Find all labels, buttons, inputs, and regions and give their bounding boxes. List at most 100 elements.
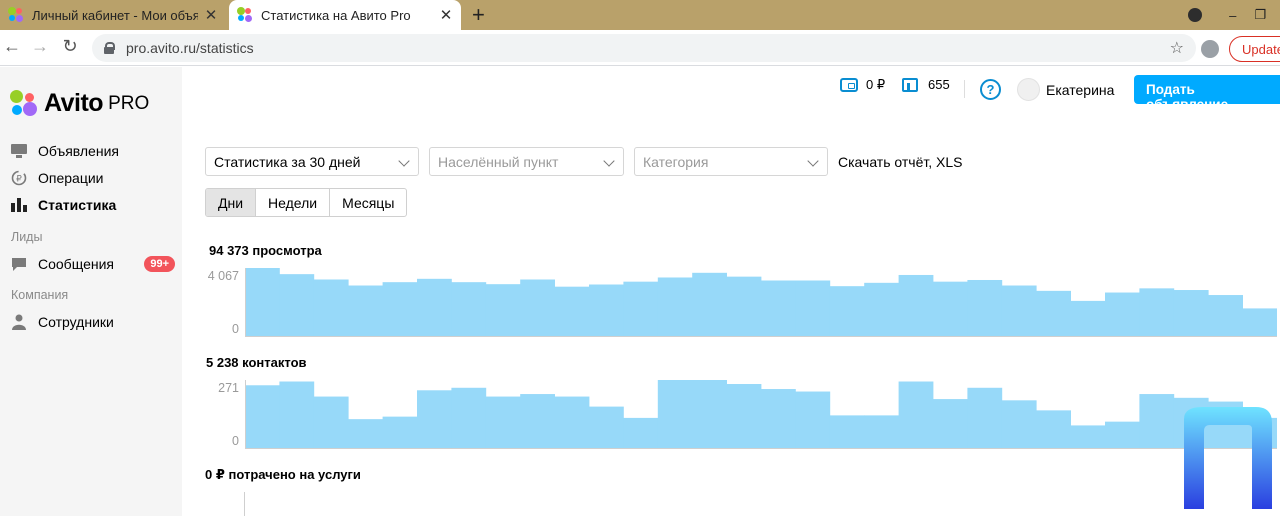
- location-select[interactable]: Населённый пункт: [429, 147, 624, 176]
- contacts-bar-8[interactable]: [485, 396, 521, 448]
- bookmark-star-icon[interactable]: ☆: [1170, 38, 1184, 58]
- contacts-bar-4[interactable]: [348, 419, 383, 448]
- post-ad-button[interactable]: Подать объявление: [1134, 75, 1280, 112]
- balance-indicator[interactable]: 0 ₽: [840, 77, 885, 93]
- contacts-bar-27[interactable]: [1139, 394, 1175, 448]
- views-bar-16[interactable]: [761, 280, 796, 336]
- contacts-bar-22[interactable]: [967, 387, 1003, 448]
- contacts-bar-7[interactable]: [451, 387, 487, 448]
- contacts-bar-19[interactable]: [864, 415, 899, 448]
- views-bar-8[interactable]: [485, 284, 521, 336]
- contacts-bar-6[interactable]: [417, 390, 452, 448]
- views-bar-6[interactable]: [417, 278, 452, 336]
- restore-button[interactable]: ❐: [1254, 7, 1266, 23]
- sidebar-item-ads[interactable]: Объявления: [10, 143, 175, 159]
- views-bar-13[interactable]: [657, 277, 693, 336]
- contacts-bar-16[interactable]: [761, 389, 796, 448]
- views-bar-26[interactable]: [1105, 292, 1140, 336]
- views-bar-15[interactable]: [726, 276, 762, 336]
- reload-icon[interactable]: ↻: [58, 36, 82, 57]
- address-bar[interactable]: pro.avito.ru/statistics ☆: [92, 34, 1196, 62]
- views-bar-17[interactable]: [795, 280, 831, 336]
- contacts-bar-24[interactable]: [1036, 410, 1071, 448]
- download-report-link[interactable]: Скачать отчёт, XLS: [838, 154, 962, 170]
- views-bar-22[interactable]: [967, 279, 1003, 336]
- svg-text:₽: ₽: [16, 175, 22, 185]
- new-tab-button[interactable]: +: [472, 4, 485, 26]
- sidebar-item-messages[interactable]: Сообщения 99+: [10, 256, 175, 272]
- minimize-button[interactable]: –: [1229, 8, 1236, 23]
- sidebar-item-staff[interactable]: Сотрудники: [10, 314, 175, 330]
- views-bar-2[interactable]: [279, 274, 315, 336]
- contacts-bar-chart: [245, 380, 1277, 449]
- views-bar-12[interactable]: [623, 281, 659, 336]
- chrome-profile-icon[interactable]: [1188, 8, 1202, 22]
- tab-personal-cabinet[interactable]: Личный кабинет - Мои объявлени ✕: [0, 0, 226, 30]
- contacts-bar-1[interactable]: [245, 385, 280, 448]
- wallet-icon: [840, 78, 858, 92]
- views-bar-28[interactable]: [1173, 290, 1209, 336]
- contacts-bar-26[interactable]: [1105, 421, 1140, 448]
- close-tab-icon[interactable]: ✕: [204, 6, 218, 24]
- views-bar-21[interactable]: [933, 281, 968, 336]
- help-icon[interactable]: ?: [980, 79, 1001, 100]
- views-bar-18[interactable]: [829, 286, 865, 336]
- update-button[interactable]: Update: [1229, 36, 1280, 62]
- views-bar-27[interactable]: [1139, 288, 1175, 336]
- contacts-bar-12[interactable]: [623, 417, 659, 448]
- period-select[interactable]: Статистика за 30 дней: [205, 147, 419, 176]
- close-tab-icon[interactable]: ✕: [439, 6, 453, 24]
- views-bar-30[interactable]: [1242, 308, 1277, 336]
- avito-pro-logo[interactable]: Avito PRO: [10, 89, 149, 118]
- contacts-bar-14[interactable]: [692, 380, 727, 448]
- sidebar-item-statistics[interactable]: Статистика: [10, 197, 175, 213]
- contacts-bar-20[interactable]: [898, 381, 934, 448]
- contacts-bar-23[interactable]: [1001, 400, 1037, 448]
- views-bar-7[interactable]: [451, 282, 487, 336]
- bonus-indicator[interactable]: 655: [902, 77, 950, 92]
- back-arrow-icon[interactable]: ←: [0, 36, 24, 57]
- views-bar-4[interactable]: [348, 285, 383, 336]
- category-select[interactable]: Категория: [634, 147, 828, 176]
- tab-statistics[interactable]: Статистика на Авито Pro ✕: [229, 0, 461, 30]
- contacts-bar-25[interactable]: [1070, 425, 1106, 448]
- contacts-bar-5[interactable]: [382, 416, 418, 448]
- granularity-months[interactable]: Месяцы: [330, 189, 406, 216]
- sidebar-item-operations[interactable]: ₽ Операции: [10, 170, 175, 186]
- granularity-days[interactable]: Дни: [206, 189, 257, 216]
- contacts-bar-10[interactable]: [554, 396, 590, 448]
- views-bar-14[interactable]: [692, 272, 727, 336]
- contacts-bar-3[interactable]: [313, 396, 349, 448]
- views-bar-5[interactable]: [382, 282, 418, 336]
- views-bar-11[interactable]: [589, 284, 624, 337]
- contacts-bar-2[interactable]: [279, 381, 315, 448]
- views-ytick-min: 0: [232, 322, 239, 336]
- tab-title: Статистика на Авито Pro: [261, 7, 411, 23]
- contacts-bar-15[interactable]: [726, 384, 762, 448]
- sidebar-item-label: Сотрудники: [38, 314, 114, 330]
- views-bar-24[interactable]: [1036, 290, 1071, 336]
- contacts-bar-18[interactable]: [829, 415, 865, 448]
- views-bar-3[interactable]: [313, 279, 349, 336]
- views-bar-19[interactable]: [864, 282, 899, 336]
- views-bar-20[interactable]: [898, 274, 934, 336]
- views-ytick-max: 4 067: [207, 269, 239, 283]
- contacts-bar-11[interactable]: [589, 406, 624, 448]
- contacts-bar-13[interactable]: [657, 380, 693, 448]
- views-bar-9[interactable]: [520, 279, 555, 336]
- chevron-down-icon: [603, 155, 615, 167]
- views-chart-title: 94 373 просмотра: [209, 243, 322, 258]
- views-bar-25[interactable]: [1070, 300, 1106, 336]
- contacts-bar-9[interactable]: [520, 394, 555, 448]
- views-bar-10[interactable]: [554, 286, 590, 336]
- avatar[interactable]: [1017, 78, 1040, 101]
- contacts-bar-17[interactable]: [795, 391, 831, 448]
- views-bar-23[interactable]: [1001, 285, 1037, 336]
- views-bar-1[interactable]: [245, 268, 280, 336]
- user-name[interactable]: Екатерина: [1046, 82, 1114, 98]
- forward-arrow-icon[interactable]: →: [28, 36, 52, 57]
- granularity-weeks[interactable]: Недели: [256, 189, 331, 216]
- views-bar-29[interactable]: [1208, 295, 1243, 336]
- account-icon[interactable]: [1201, 40, 1219, 58]
- contacts-bar-21[interactable]: [933, 399, 968, 448]
